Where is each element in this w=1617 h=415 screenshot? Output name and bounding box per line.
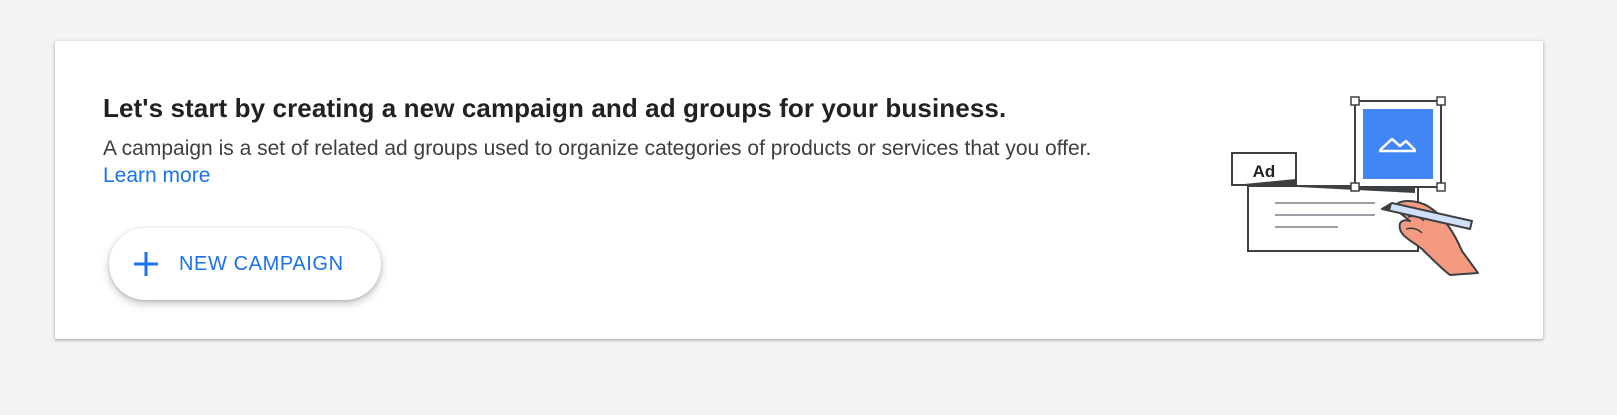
- ad-tag-label: Ad: [1253, 162, 1276, 181]
- ad-tag-graphic: Ad: [1231, 152, 1297, 186]
- empty-state-headline: Let's start by creating a new campaign a…: [103, 93, 1007, 123]
- new-campaign-button[interactable]: NEW CAMPAIGN: [109, 228, 381, 300]
- empty-state-content: Let's start by creating a new campaign a…: [103, 91, 1123, 189]
- ad-creation-illustration: Ad: [1210, 91, 1480, 331]
- learn-more-link[interactable]: Learn more: [103, 164, 210, 187]
- empty-state-card: Let's start by creating a new campaign a…: [55, 41, 1543, 339]
- new-campaign-label: NEW CAMPAIGN: [179, 252, 344, 275]
- plus-icon: [131, 249, 161, 279]
- description-text: A campaign is a set of related ad groups…: [103, 137, 1092, 160]
- empty-state-description: A campaign is a set of related ad groups…: [103, 135, 1123, 189]
- ad-document-graphic: [1247, 185, 1419, 252]
- image-placeholder-graphic: [1350, 96, 1446, 192]
